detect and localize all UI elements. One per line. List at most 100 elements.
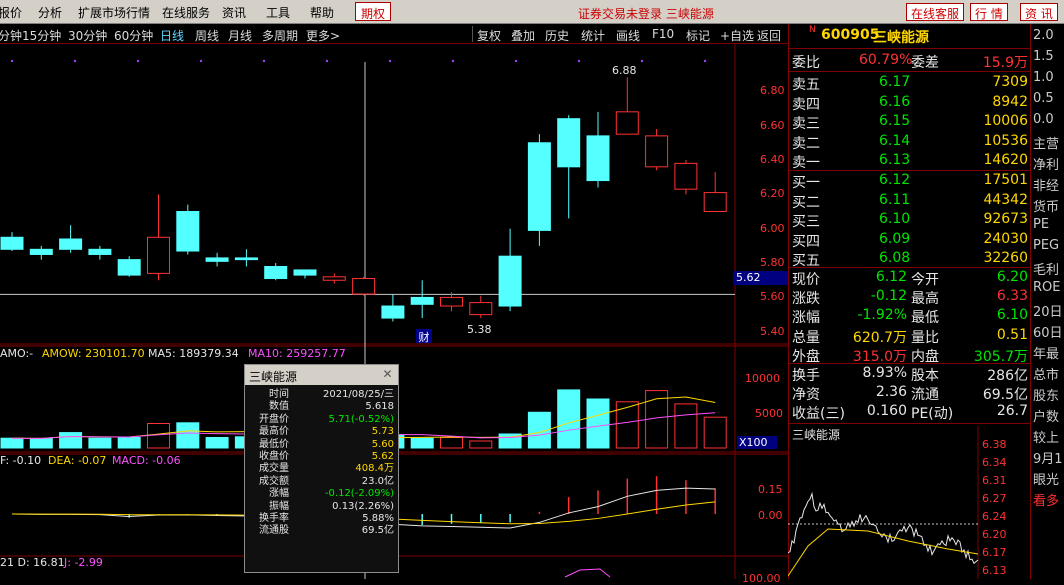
bid-row[interactable]: 买五 6.08 32260 bbox=[789, 249, 1031, 268]
tool-add-watchlist[interactable]: +自选 bbox=[720, 27, 754, 44]
candle-body bbox=[441, 297, 463, 306]
volume-unit: X100 bbox=[737, 436, 777, 449]
stat-label: 总量 bbox=[792, 327, 820, 347]
period-multi[interactable]: 多周期 bbox=[262, 27, 298, 44]
stat-row: 外盘 315.0万 内盘 305.7万 bbox=[789, 345, 1031, 364]
period-weekly[interactable]: 周线 bbox=[195, 27, 219, 44]
tooltip-value: -0.12(-2.09%) bbox=[325, 488, 394, 500]
period-1min[interactable]: 分钟 bbox=[0, 27, 22, 44]
tooltip-title: 三峡能源 bbox=[245, 365, 398, 385]
candle-body bbox=[118, 260, 140, 275]
tool-overlay[interactable]: 叠加 bbox=[511, 27, 535, 44]
tool-back[interactable]: 返回 bbox=[757, 27, 781, 44]
stat-label: 涨幅 bbox=[792, 307, 820, 327]
stat-label: 涨跌 bbox=[792, 288, 820, 308]
stat-row: 净资 2.36 流通 69.5亿 bbox=[789, 383, 1031, 402]
tooltip-row: 成交量 408.4万 bbox=[245, 463, 398, 475]
book-label: 卖二 bbox=[792, 133, 820, 153]
high-marker: 6.88 bbox=[612, 64, 637, 77]
candle-body bbox=[206, 258, 228, 261]
candle-body bbox=[235, 258, 257, 260]
options-button[interactable]: 期权 bbox=[355, 2, 391, 21]
ask-row[interactable]: 卖四 6.16 8942 bbox=[789, 93, 1031, 112]
volume-amow: AMOW: 230101.70 bbox=[42, 347, 145, 360]
tool-draw[interactable]: 画线 bbox=[616, 27, 640, 44]
period-30min[interactable]: 30分钟 bbox=[68, 27, 107, 44]
volume-bar bbox=[616, 402, 638, 448]
mini-axis-label: 6.17 bbox=[982, 546, 1007, 559]
tooltip-value: 0.13(2.26%) bbox=[332, 501, 394, 513]
intraday-mini-chart[interactable]: 6.38 6.34 6.31 6.27 6.24 6.20 6.17 6.13 bbox=[788, 426, 1030, 579]
stat-value: 0.160 bbox=[867, 403, 907, 419]
bid-row[interactable]: 买二 6.11 44342 bbox=[789, 191, 1031, 210]
period-15min[interactable]: 15分钟 bbox=[22, 27, 61, 44]
menu-item-quote[interactable]: 报价 bbox=[0, 4, 22, 21]
book-label: 卖三 bbox=[792, 113, 820, 133]
quote-button[interactable]: 行 情 bbox=[970, 3, 1008, 21]
marker-dot bbox=[137, 60, 139, 62]
tooltip-key: 最高价 bbox=[249, 426, 289, 438]
online-service-button[interactable]: 在线客服 bbox=[906, 3, 964, 21]
price-axis-label: 6.60 bbox=[760, 119, 785, 132]
period-more[interactable]: 更多> bbox=[306, 27, 340, 44]
volume-bar bbox=[60, 433, 82, 448]
new-stock-badge: N bbox=[809, 25, 816, 35]
marker-dot bbox=[74, 60, 76, 62]
menu-item-analysis[interactable]: 分析 bbox=[38, 4, 62, 21]
tooltip-value: 5.618 bbox=[365, 401, 394, 413]
tool-stats[interactable]: 统计 bbox=[581, 27, 605, 44]
candle-body bbox=[30, 249, 52, 254]
right-info-panel: 2.0 1.5 1.0 0.5 0.0 主营 净利 非经 货币 PE PEG 毛利 ROE 20日 60日年… bbox=[1030, 24, 1064, 579]
stat-value: 6.10 bbox=[997, 307, 1028, 323]
bid-row[interactable]: 买三 6.10 92673 bbox=[789, 210, 1031, 229]
volume-bar bbox=[675, 404, 697, 448]
menu-item-help[interactable]: 帮助 bbox=[310, 4, 334, 21]
candle-body bbox=[587, 136, 609, 181]
finance-badge[interactable]: 财 bbox=[416, 329, 432, 343]
tool-f10[interactable]: F10 bbox=[652, 27, 674, 41]
menu-item-extended[interactable]: 扩展市场行情 bbox=[78, 4, 150, 21]
login-alert[interactable]: 证券交易未登录 三峡能源 bbox=[578, 5, 714, 22]
tool-adjust[interactable]: 复权 bbox=[477, 27, 501, 44]
tool-mark[interactable]: 标记 bbox=[686, 27, 710, 44]
stat-label: 最低 bbox=[911, 307, 939, 327]
menu-item-tools[interactable]: 工具 bbox=[266, 4, 290, 21]
period-monthly[interactable]: 月线 bbox=[228, 27, 252, 44]
right-panel-item: 股东 bbox=[1033, 385, 1059, 404]
candle-body bbox=[60, 239, 82, 249]
right-panel-item: 较上 bbox=[1033, 427, 1059, 446]
tooltip-value: 5.88% bbox=[362, 513, 394, 525]
ask-row[interactable]: 卖五 6.17 7309 bbox=[789, 73, 1031, 92]
tooltip-key: 换手率 bbox=[249, 513, 289, 525]
tooltip-key: 流通股 bbox=[249, 525, 289, 537]
volume-bar bbox=[411, 438, 433, 448]
tooltip-key: 时间 bbox=[249, 389, 289, 401]
ask-row[interactable]: 卖三 6.15 10006 bbox=[789, 112, 1031, 131]
stat-row: 涨幅 -1.92% 最低 6.10 bbox=[789, 306, 1031, 325]
right-panel-item: 0.0 bbox=[1033, 112, 1054, 127]
candle-body bbox=[704, 193, 726, 212]
menu-item-news[interactable]: 资讯 bbox=[222, 4, 246, 21]
volume-ma5: MA5: 189379.34 bbox=[148, 347, 239, 360]
bid-row[interactable]: 买四 6.09 24030 bbox=[789, 230, 1031, 249]
tool-history[interactable]: 历史 bbox=[545, 27, 569, 44]
ask-row[interactable]: 卖二 6.14 10536 bbox=[789, 132, 1031, 151]
tooltip-row: 流通股 69.5亿 bbox=[245, 525, 398, 537]
close-icon[interactable]: ✕ bbox=[380, 367, 395, 382]
stat-value: -0.12 bbox=[871, 288, 907, 304]
marker-dot bbox=[389, 60, 391, 62]
tooltip-key: 成交额 bbox=[249, 476, 289, 488]
right-panel-item: 9月1 bbox=[1033, 448, 1063, 467]
period-60min[interactable]: 60分钟 bbox=[114, 27, 153, 44]
bid-row[interactable]: 买一 6.12 17501 bbox=[789, 171, 1031, 190]
right-panel-item: 2.0 bbox=[1033, 28, 1054, 43]
ask-row[interactable]: 卖一 6.13 14620 bbox=[789, 151, 1031, 170]
book-price: 6.15 bbox=[879, 113, 910, 129]
news-button[interactable]: 资 讯 bbox=[1020, 3, 1058, 21]
period-daily[interactable]: 日线 bbox=[160, 27, 184, 44]
book-volume: 24030 bbox=[983, 231, 1028, 247]
menu-item-online[interactable]: 在线服务 bbox=[162, 4, 210, 21]
candle-body bbox=[528, 143, 550, 231]
volume-title: AMO:- bbox=[0, 347, 33, 360]
candle-body bbox=[148, 237, 170, 273]
